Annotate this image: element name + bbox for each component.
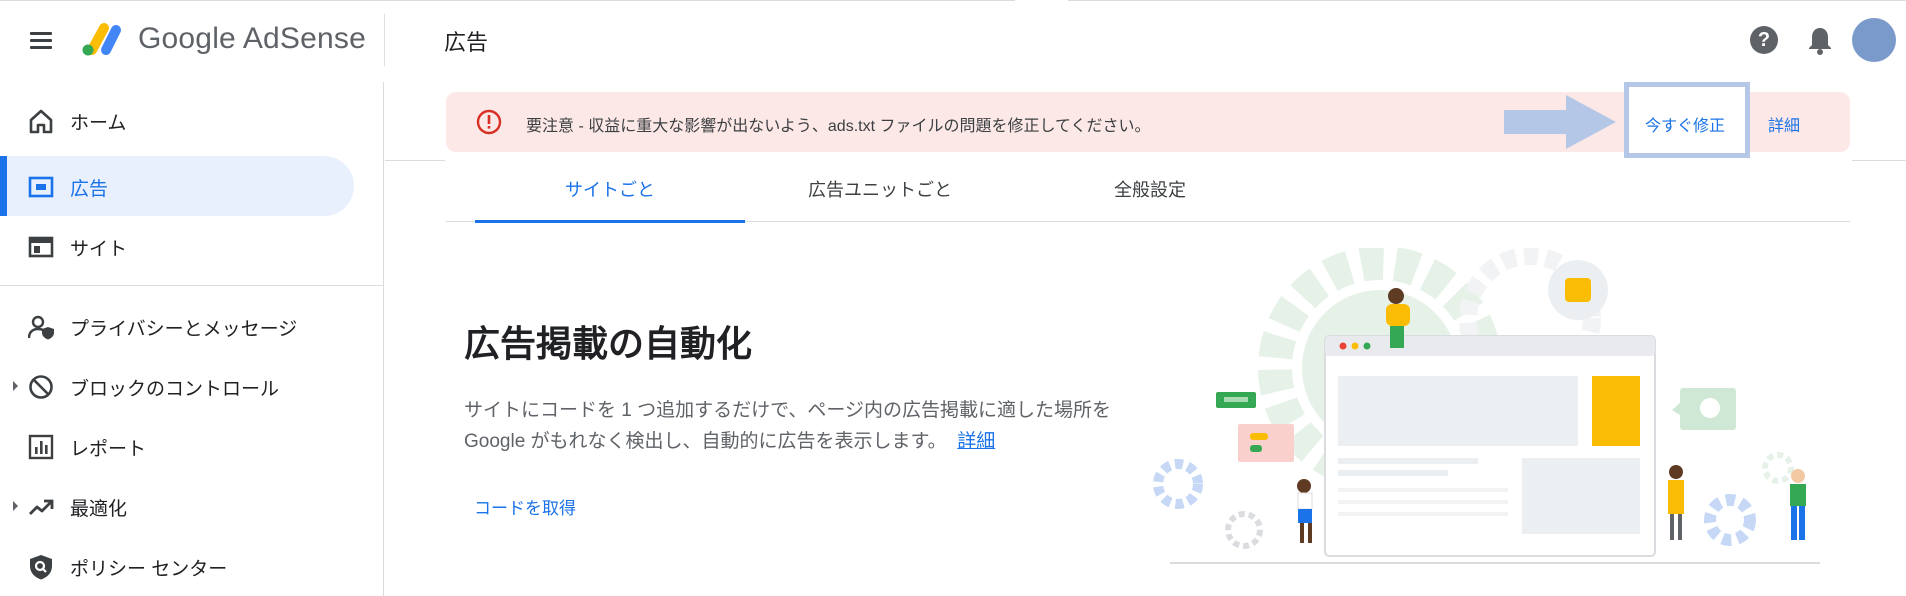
learn-more-link[interactable]: 詳細	[957, 431, 995, 452]
account-avatar[interactable]	[1852, 18, 1896, 62]
sidebar-item-label: ポリシー センター	[70, 559, 228, 580]
sidebar-item-label: サイト	[70, 239, 128, 260]
main-menu-button[interactable]	[26, 26, 56, 56]
sidebar-item-policy-center[interactable]: ポリシー センター	[0, 536, 354, 596]
header-divider	[384, 14, 385, 66]
sidebar: ホーム 広告 サイト プライバシーとメッセージ ブロックのコントロール レポート…	[0, 82, 384, 596]
sidebar-item-label: 最適化	[70, 499, 128, 520]
auto-ads-illustration	[1153, 248, 1820, 564]
fix-now-button[interactable]: 今すぐ修正	[1645, 112, 1725, 136]
content-divider-right	[1852, 160, 1906, 161]
sidebar-item-label: 広告	[70, 179, 109, 200]
privacy-person-icon	[28, 315, 54, 340]
get-code-button[interactable]: コードを取得	[474, 494, 576, 519]
sidebar-item-home[interactable]: ホーム	[0, 90, 354, 150]
content-divider-left	[385, 160, 445, 161]
reports-icon	[28, 434, 54, 460]
trending-up-icon	[29, 499, 54, 515]
sidebar-item-label: ブロックのコントロール	[70, 379, 280, 400]
sidebar-item-blocking-controls[interactable]: ブロックのコントロール	[0, 356, 354, 416]
sidebar-item-reports[interactable]: レポート	[0, 416, 354, 476]
adsense-logo-icon	[82, 23, 121, 56]
pointer-arrow-icon	[1504, 95, 1616, 149]
help-icon[interactable]: ?	[1750, 26, 1778, 54]
home-icon	[29, 109, 53, 134]
alert-details-link[interactable]: 詳細	[1768, 112, 1800, 136]
top-app-bar: Google AdSense 広告 ?	[0, 0, 1906, 82]
sidebar-item-privacy-messaging[interactable]: プライバシーとメッセージ	[0, 296, 354, 356]
sidebar-item-label: ホーム	[70, 113, 127, 134]
expand-caret-icon	[13, 381, 18, 391]
error-icon	[476, 109, 502, 135]
ads-icon	[28, 176, 54, 198]
sites-icon	[28, 236, 54, 258]
sidebar-item-ads[interactable]: 広告	[0, 156, 354, 216]
tab-global-settings[interactable]: 全般設定	[1015, 162, 1285, 222]
product-name: Google AdSense	[138, 22, 366, 55]
policy-shield-icon	[30, 555, 52, 580]
sidebar-item-sites[interactable]: サイト	[0, 216, 354, 276]
sidebar-item-label: レポート	[70, 439, 147, 460]
menu-icon	[30, 32, 52, 35]
notifications-bell-icon[interactable]	[1806, 24, 1834, 56]
description-text: サイトにコードを 1 つ追加するだけで、ページ内の広告掲載に適した場所を Goo…	[464, 400, 1111, 452]
top-hairline-right	[1068, 0, 1906, 1]
sidebar-item-optimization[interactable]: 最適化	[0, 476, 354, 536]
expand-caret-icon	[13, 501, 18, 511]
sidebar-divider	[0, 285, 384, 286]
ads-tabs: サイトごと 広告ユニットごと 全般設定	[446, 162, 1850, 223]
page-title: 広告	[444, 30, 489, 55]
auto-ads-title: 広告掲載の自動化	[464, 323, 753, 364]
tab-by-ad-unit[interactable]: 広告ユニットごと	[745, 162, 1015, 222]
alert-message: 要注意 - 収益に重大な影響が出ないよう、ads.txt ファイルの問題を修正し…	[526, 118, 1151, 135]
sidebar-item-label: プライバシーとメッセージ	[70, 319, 298, 340]
tab-by-site[interactable]: サイトごと	[475, 162, 745, 223]
block-icon	[29, 375, 53, 399]
auto-ads-description: サイトにコードを 1 つ追加するだけで、ページ内の広告掲載に適した場所を Goo…	[464, 395, 1164, 457]
top-hairline-left	[0, 0, 1015, 1]
